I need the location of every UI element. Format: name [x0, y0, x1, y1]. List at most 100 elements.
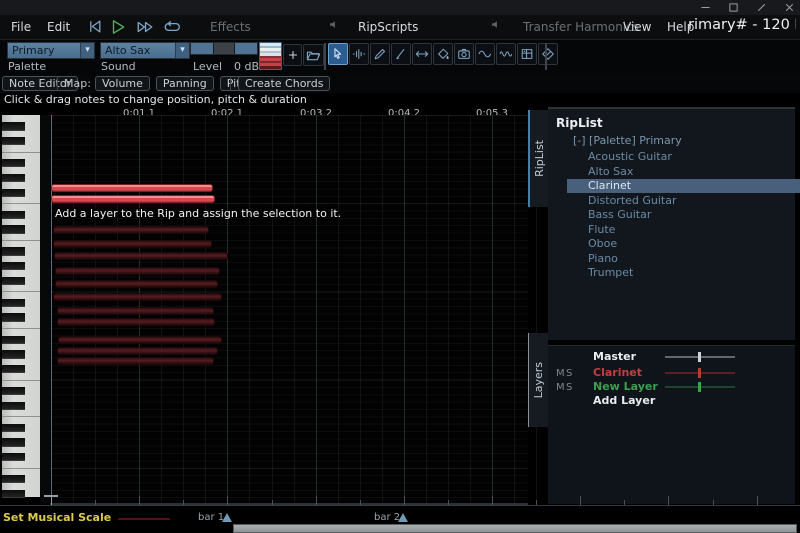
riplist-item-bass-guitar[interactable]: Bass Guitar — [567, 208, 800, 222]
black-key[interactable] — [2, 336, 25, 344]
layer-pan-handle[interactable] — [698, 368, 701, 378]
black-key[interactable] — [2, 122, 25, 130]
tab-riplist[interactable]: RipList — [528, 110, 549, 207]
map-volume-button[interactable]: Volume — [95, 76, 150, 91]
note[interactable] — [54, 252, 228, 260]
black-key[interactable] — [2, 313, 25, 321]
layer-label[interactable]: Clarinet — [593, 366, 642, 379]
map-panning-button[interactable]: Panning — [156, 76, 214, 91]
black-key[interactable] — [2, 402, 25, 410]
paint-bucket-tool-button[interactable] — [433, 43, 453, 65]
riplist-item-flute[interactable]: Flute — [567, 223, 800, 237]
note[interactable] — [57, 347, 218, 355]
riplist-item-trumpet[interactable]: Trumpet — [567, 266, 800, 280]
black-key[interactable] — [2, 453, 25, 461]
black-key[interactable] — [2, 247, 25, 255]
note[interactable] — [55, 280, 218, 288]
add-button[interactable] — [283, 44, 302, 66]
audio-stretch-tool-button[interactable] — [349, 43, 369, 65]
pencil-tool-button[interactable] — [370, 43, 390, 65]
black-key[interactable] — [2, 262, 25, 270]
piano-keyboard[interactable] — [2, 115, 40, 497]
riplist-item-piano[interactable]: Piano — [567, 252, 800, 266]
note[interactable] — [53, 293, 222, 301]
layer-pan-slider[interactable] — [665, 372, 735, 374]
black-key[interactable] — [2, 137, 25, 145]
selected-note[interactable] — [51, 195, 215, 203]
note[interactable] — [57, 318, 215, 326]
quantize-tool-button[interactable] — [517, 43, 537, 65]
set-musical-scale-button[interactable]: Set Musical Scale — [3, 511, 111, 524]
rip-preview-icon[interactable] — [259, 42, 282, 70]
open-folder-button[interactable] — [303, 44, 324, 66]
black-key[interactable] — [2, 211, 25, 219]
layer-pan-slider[interactable] — [665, 356, 735, 358]
playhead-marker[interactable] — [44, 495, 58, 497]
note[interactable] — [57, 307, 214, 315]
black-key[interactable] — [2, 277, 25, 285]
menu-transfer-harmonics[interactable]: Transfer Harmonics — [523, 20, 639, 34]
layer-pan-slider[interactable] — [665, 386, 735, 388]
note[interactable] — [58, 336, 222, 344]
loop-icon[interactable] — [163, 18, 181, 39]
sound-dropdown[interactable]: Alto Sax ▾ — [100, 42, 190, 59]
eraser-tool-button[interactable] — [538, 43, 558, 65]
create-chords-button[interactable]: Create Chords — [238, 76, 330, 91]
black-key[interactable] — [2, 159, 25, 167]
note[interactable] — [53, 226, 209, 234]
menu-view[interactable]: View — [623, 20, 651, 34]
black-key[interactable] — [2, 438, 25, 446]
horizontal-scrollbar[interactable] — [233, 524, 797, 533]
menu-ripscripts[interactable]: RipScripts — [358, 20, 418, 34]
playhead[interactable] — [51, 115, 52, 503]
black-key[interactable] — [2, 189, 25, 197]
layer-label[interactable]: Master — [593, 350, 636, 363]
play-icon[interactable] — [109, 18, 127, 39]
layer-label[interactable]: New Layer — [593, 380, 658, 393]
mute-button[interactable]: M — [556, 368, 565, 379]
riplist-item-acoustic-guitar[interactable]: Acoustic Guitar — [567, 150, 800, 164]
black-key[interactable] — [2, 299, 25, 307]
note[interactable] — [53, 240, 212, 248]
riplist-item-clarinet[interactable]: Clarinet — [567, 179, 800, 193]
menu-effects[interactable]: Effects — [210, 20, 251, 34]
riplist-item-distorted-guitar[interactable]: Distorted Guitar — [567, 194, 800, 208]
solo-button[interactable]: S — [566, 382, 572, 393]
skip-start-icon[interactable] — [86, 18, 103, 38]
black-key[interactable] — [2, 424, 25, 432]
tab-layers[interactable]: Layers — [528, 333, 548, 427]
add-layer-button[interactable]: Add Layer — [593, 394, 655, 407]
note-stretch-tool-button[interactable] — [412, 43, 432, 65]
line-pen-tool-button[interactable] — [391, 43, 411, 65]
note[interactable] — [55, 267, 220, 275]
black-key[interactable] — [2, 365, 25, 373]
minimize-icon[interactable] — [698, 1, 712, 15]
note-grid[interactable]: Add a layer to the Rip and assign the se… — [50, 115, 528, 505]
riplist-root-node[interactable]: [-] [Palette] Primary — [573, 134, 682, 147]
fast-forward-icon[interactable] — [136, 18, 154, 39]
riplist-item-oboe[interactable]: Oboe — [567, 237, 800, 251]
sine-tool-button[interactable] — [475, 43, 495, 65]
bar-marker-triangle[interactable] — [398, 513, 408, 522]
level-slider-handle[interactable] — [213, 43, 235, 54]
maximize-icon[interactable] — [726, 1, 740, 15]
layer-pan-handle[interactable] — [698, 382, 701, 392]
resize-icon[interactable] — [754, 1, 768, 15]
vibrato-tool-button[interactable] — [496, 43, 516, 65]
black-key[interactable] — [2, 350, 25, 358]
menu-edit[interactable]: Edit — [47, 20, 70, 34]
selected-note[interactable] — [51, 184, 213, 192]
mute-button[interactable]: M — [556, 382, 565, 393]
black-key[interactable] — [2, 225, 25, 233]
select-tool-button[interactable] — [328, 43, 348, 65]
menu-file[interactable]: File — [11, 20, 31, 34]
layer-pan-handle[interactable] — [698, 352, 701, 362]
level-slider[interactable] — [190, 42, 258, 55]
black-key[interactable] — [2, 475, 25, 483]
close-icon[interactable] — [782, 1, 796, 15]
palette-dropdown[interactable]: Primary ▾ — [7, 42, 95, 59]
riplist-item-alto-sax[interactable]: Alto Sax — [567, 165, 800, 179]
bar-marker-triangle[interactable] — [222, 513, 232, 522]
solo-button[interactable]: S — [566, 368, 572, 379]
note[interactable] — [57, 357, 214, 365]
